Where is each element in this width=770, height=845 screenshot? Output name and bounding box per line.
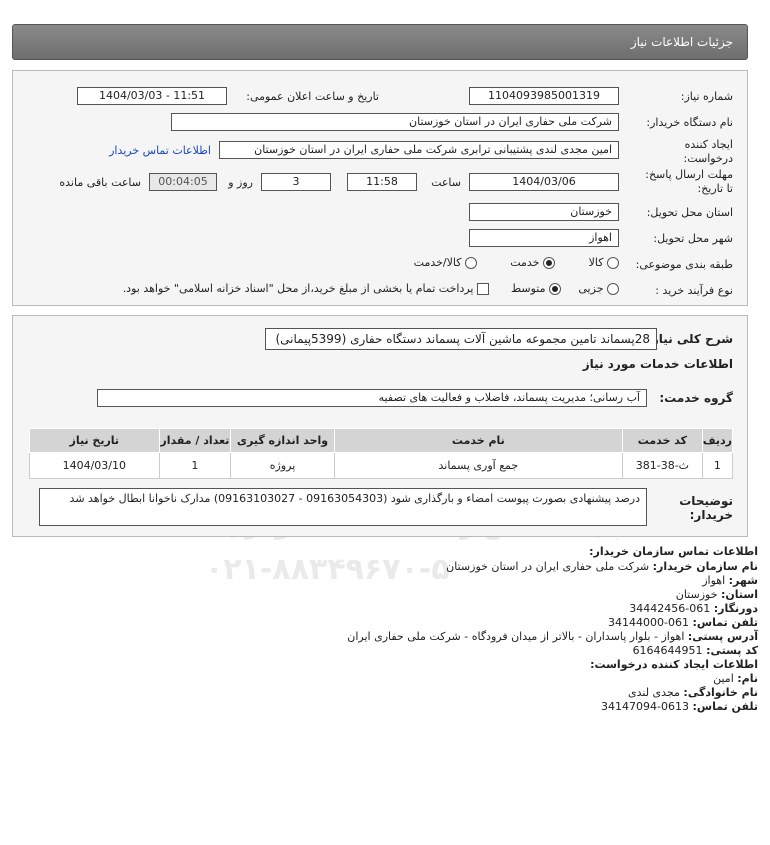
services-section-title: اطلاعات خدمات مورد نیاز <box>582 357 733 371</box>
radio-icon <box>607 283 619 295</box>
table-row: 1 ث-38-381 جمع آوری پسماند پروژه 1 1404/… <box>29 452 734 479</box>
buyer-org-field[interactable]: شرکت ملی حفاری ایران در استان خوزستان <box>171 113 619 131</box>
service-group-field: آب رسانی؛ مدیریت پسماند، فاضلاب و فعالیت… <box>97 389 647 407</box>
col-service-code: کد خدمت <box>621 428 703 453</box>
watermark-phone: ۰۲۱-۸۸۳۴۹۶۷۰-۵ <box>205 552 450 587</box>
cell-unit: پروژه <box>230 452 335 479</box>
remaining-label: ساعت باقی مانده <box>59 176 141 189</box>
creator-info-title: اطلاعات ایجاد کننده درخواست: <box>590 658 758 671</box>
process-option-medium[interactable]: متوسط <box>511 282 561 295</box>
contact-org: نام سازمان خریدار: شرکت ملی حفاری ایران … <box>446 560 758 573</box>
province-label: استان محل تحویل: <box>646 206 733 219</box>
creator-phone: تلفن تماس: 0613-34147094 <box>601 700 758 713</box>
radio-selected-icon <box>543 257 555 269</box>
service-group-label: گروه خدمت: <box>659 391 733 405</box>
contact-address: آدرس پستی: اهواز - بلوار پاسداران - بالا… <box>347 630 758 643</box>
radio-icon <box>465 257 477 269</box>
treasury-payment-checkbox[interactable]: پرداخت تمام یا بخشی از مبلغ خرید،از محل … <box>123 282 489 295</box>
process-option-minor[interactable]: جزیی <box>578 282 619 295</box>
contact-phone: تلفن تماس: 061-34144000 <box>608 616 758 629</box>
province-field[interactable]: خوزستان <box>469 203 619 221</box>
deadline-time-label: ساعت <box>431 176 461 189</box>
radio-icon <box>607 257 619 269</box>
buyer-notes-label-1: توضیحات <box>679 494 733 508</box>
cell-quantity: 1 <box>158 452 232 479</box>
buyer-notes-label-2: خریدار: <box>689 508 733 522</box>
city-field[interactable]: اهواز <box>469 229 619 247</box>
cell-need-date: 1404/03/10 <box>29 452 160 479</box>
cell-service-name: جمع آوری پسماند <box>333 452 623 479</box>
creator-first-name: نام: امین <box>713 672 758 685</box>
category-label: طبقه بندی موضوعی: <box>635 258 733 271</box>
details-panel: شرح کلی نیاز: 28پسماند تامین مجموعه ماشی… <box>12 315 748 537</box>
days-field[interactable]: 3 <box>261 173 331 191</box>
contact-postal-code: کد پستی: 6164644951 <box>632 644 758 657</box>
summary-label: شرح کلی نیاز: <box>647 332 733 346</box>
need-number-field[interactable]: 1104093985001319 <box>469 87 619 105</box>
page-header: جزئیات اطلاعات نیاز <box>12 24 748 60</box>
col-quantity: تعداد / مقدار <box>158 428 232 453</box>
col-unit: واحد اندازه گیری <box>230 428 335 453</box>
contact-province: استان: خوزستان <box>675 588 758 601</box>
announce-date-field[interactable]: 1404/03/03 - 11:51 <box>77 87 227 105</box>
contact-title: اطلاعات تماس سازمان خریدار: <box>589 545 758 558</box>
city-label: شهر محل تحویل: <box>653 232 733 245</box>
announce-date-label: تاریخ و ساعت اعلان عمومی: <box>246 90 379 103</box>
days-label: روز و <box>228 176 253 189</box>
contact-fax: دورنگار: 061-34442456 <box>629 602 758 615</box>
contact-city: شهر: اهواز <box>702 574 758 587</box>
creator-label-2: درخواست: <box>683 152 733 165</box>
buyer-notes-field: درصد پیشنهادی بصورت پیوست امضاء و بارگذا… <box>39 488 647 526</box>
checkbox-icon <box>477 283 489 295</box>
creator-label-1: ایجاد کننده <box>684 138 733 151</box>
category-option-service[interactable]: خدمت <box>510 256 555 269</box>
col-row-number: ردیف <box>701 428 734 453</box>
remaining-time-field: 00:04:05 <box>149 173 217 191</box>
table-header-row: ردیف کد خدمت نام خدمت واحد اندازه گیری ت… <box>29 428 734 453</box>
buyer-contact-link[interactable]: اطلاعات تماس خریدار <box>109 144 211 157</box>
buyer-org-label: نام دستگاه خریدار: <box>646 116 733 129</box>
need-number-label: شماره نیاز: <box>680 90 733 103</box>
col-need-date: تاریخ نیاز <box>29 428 160 453</box>
cell-service-code: ث-38-381 <box>621 452 703 479</box>
deadline-label-1: مهلت ارسال پاسخ: <box>645 168 733 181</box>
page-title: جزئیات اطلاعات نیاز <box>630 35 733 49</box>
summary-field: 28پسماند تامین مجموعه ماشین آلات پسماند … <box>265 328 657 350</box>
col-service-name: نام خدمت <box>333 428 623 453</box>
category-option-goods-service[interactable]: کالا/خدمت <box>414 256 477 269</box>
deadline-time-field[interactable]: 11:58 <box>347 173 417 191</box>
creator-last-name: نام خانوادگی: مجدی لندی <box>627 686 758 699</box>
deadline-date-field[interactable]: 1404/03/06 <box>469 173 619 191</box>
deadline-label-2: تا تاریخ: <box>697 182 733 195</box>
radio-selected-icon <box>549 283 561 295</box>
creator-field[interactable]: امین مجدی لندی پشتیبانی ترابری شرکت ملی … <box>219 141 619 159</box>
general-info-panel: شماره نیاز: 1104093985001319 تاریخ و ساع… <box>12 70 748 306</box>
cell-row-number: 1 <box>701 452 734 479</box>
services-table: ردیف کد خدمت نام خدمت واحد اندازه گیری ت… <box>29 428 734 479</box>
category-option-goods[interactable]: کالا <box>589 256 619 269</box>
process-label: نوع فرآیند خرید : <box>655 284 733 297</box>
